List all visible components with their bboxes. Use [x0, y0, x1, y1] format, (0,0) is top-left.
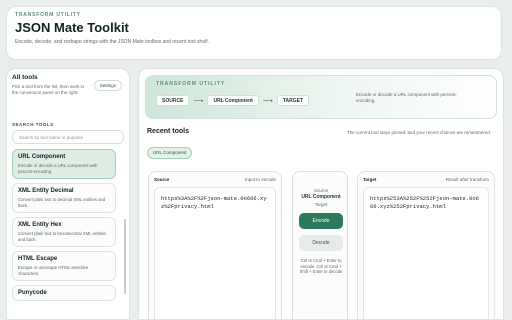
tool-name: XML Entity Decimal: [18, 188, 74, 194]
arrow-right-icon: ⟶: [262, 97, 273, 105]
search-input[interactable]: Search by tool name or purpose: [12, 130, 124, 144]
main-panel: TRANSFORM UTILITY SOURCE ⟶ URL Component…: [138, 68, 504, 320]
tool-name: URL Component: [18, 154, 66, 160]
tool-item-xml-entity-hex[interactable]: XML Entity Hex Convert plain text to hex…: [12, 217, 116, 247]
flow-source-pill: SOURCE: [156, 95, 190, 106]
tools-sidebar: All tools Pick a tool from the list, the…: [6, 68, 130, 320]
header-eyebrow: TRANSFORM UTILITY: [15, 12, 81, 18]
tool-item-html-escape[interactable]: HTML Escape Escape or unescape HTML-sens…: [12, 251, 116, 281]
sidebar-scrollbar[interactable]: [124, 219, 126, 294]
page-title: JSON Mate Toolkit: [15, 20, 129, 35]
flow-component-pill: URL Component: [207, 95, 259, 106]
action-source-label: Source: [313, 188, 329, 193]
tool-list: URL Component Encode or decode a URL com…: [12, 149, 124, 301]
tool-hero: TRANSFORM UTILITY SOURCE ⟶ URL Component…: [145, 75, 497, 119]
tool-name: XML Entity Hex: [18, 222, 62, 228]
flow-target-pill: TARGET: [276, 95, 310, 106]
tool-desc: Convert plain text to decimal XML entiti…: [18, 197, 106, 208]
tool-item-xml-entity-decimal[interactable]: XML Entity Decimal Convert plain text to…: [12, 183, 116, 213]
search-label: SEARCH TOOLS: [12, 122, 54, 127]
encode-button[interactable]: Encode: [299, 213, 343, 229]
tool-name: HTML Escape: [18, 256, 58, 262]
source-label: Source: [154, 177, 170, 182]
tool-desc: Escape or unescape HTML-sensitive charac…: [18, 265, 89, 276]
decode-button[interactable]: Decode: [299, 235, 343, 251]
action-target-label: Target: [314, 202, 328, 207]
action-panel: Source URL Component Target Encode Decod…: [292, 171, 348, 319]
app-header: TRANSFORM UTILITY JSON Mate Toolkit Enco…: [6, 6, 502, 60]
target-label: Target: [363, 177, 377, 182]
page-subtitle: Encode, decode, and reshape strings with…: [15, 39, 210, 45]
source-hint: Input to encode: [244, 177, 276, 182]
target-panel: Target Result after transform https%253A…: [357, 171, 495, 319]
settings-button[interactable]: Settings: [93, 80, 122, 91]
recent-tools-heading: Recent tools: [147, 128, 190, 135]
shortcut-hint: Ctrl or Cmd + Enter to encode. Ctrl or C…: [299, 258, 343, 274]
tool-item-punycode[interactable]: Punycode: [12, 285, 116, 301]
target-hint: Result after transform: [445, 177, 489, 182]
tool-item-url-component[interactable]: URL Component Encode or decode a URL com…: [12, 149, 116, 179]
target-textarea[interactable]: https%253A%252F%252Fjson-mate.0o666.xyz%…: [363, 187, 489, 319]
action-tool-name: URL Component: [301, 194, 341, 200]
arrow-right-icon: ⟶: [193, 97, 204, 105]
recent-chip-url-component[interactable]: URL Component: [147, 146, 193, 159]
sidebar-description: Pick a tool from the list, then work in …: [12, 84, 85, 95]
recent-tools-note: The current tool stays pinned, and your …: [346, 130, 491, 135]
recent-tools-header: Recent tools The current tool stays pinn…: [145, 125, 497, 141]
tool-desc: Encode or decode a URL component with pe…: [18, 163, 98, 174]
source-panel: Source Input to encode https%3A%2F%2Fjso…: [148, 171, 282, 319]
source-textarea[interactable]: https%3A%2F%2Fjson-mate.0o666.xyz%2Fpriv…: [154, 187, 276, 319]
hero-description: Encode or decode a URL component with pe…: [356, 92, 457, 103]
hero-eyebrow: TRANSFORM UTILITY: [156, 81, 226, 87]
tool-name: Punycode: [18, 290, 47, 296]
tool-desc: Convert plain text to hexadecimal XML en…: [18, 231, 107, 242]
